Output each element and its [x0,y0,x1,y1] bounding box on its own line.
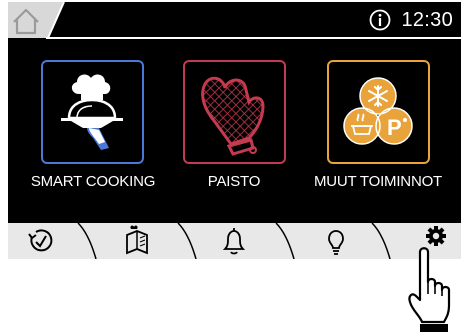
home-button[interactable] [8,2,68,40]
tile-label-smart-cooking: SMART COOKING [30,173,156,190]
paisto-tile[interactable] [183,60,286,164]
info-button[interactable] [369,9,391,31]
top-bar: 12:30 [8,2,461,40]
nav-bell-button[interactable] [218,223,262,259]
clock: 12:30 [401,9,453,31]
chef-serving-tray-icon [61,74,123,150]
tile-label-muut-toiminnot: MUUT TOIMINNOT [313,173,443,190]
smart-cooking-tile[interactable] [41,60,144,164]
timer-icon [28,229,53,252]
svg-text:P: P [387,115,402,140]
other-functions-icon: P [343,77,413,145]
oven-mitt-icon [201,76,265,156]
bottom-nav-bar [8,223,461,259]
nav-recipe-book-button[interactable] [123,223,167,259]
bell-icon [222,228,246,255]
home-icon [8,2,65,39]
tile-label-paisto: PAISTO [207,173,261,190]
muut-toiminnot-tile[interactable]: P [327,60,430,164]
header-divider [46,37,461,39]
nav-timer-button[interactable] [24,223,68,259]
nav-lightbulb-button[interactable] [320,223,364,259]
info-icon [369,9,391,31]
recipe-book-icon [126,225,148,255]
oven-display: 12:30 SMART COOKING PAISTO P MUUT TOIMIN… [8,2,461,259]
pointing-hand-icon [408,247,451,332]
lightbulb-icon [328,230,344,255]
